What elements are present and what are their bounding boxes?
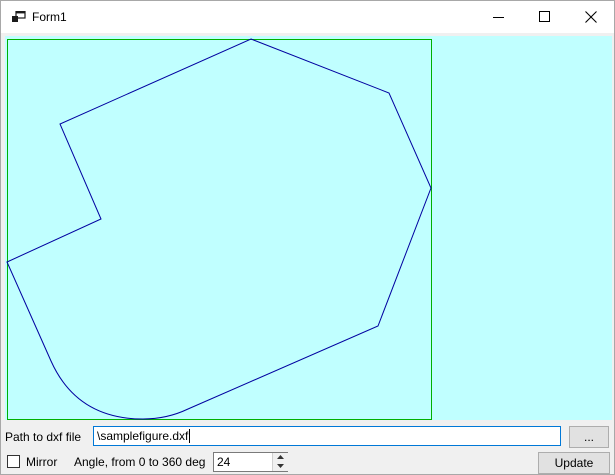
minimize-button[interactable] — [476, 1, 522, 33]
browse-button[interactable]: ... — [569, 426, 609, 448]
window-title: Form1 — [32, 10, 67, 24]
spin-down-button[interactable] — [272, 462, 288, 471]
mirror-label[interactable]: Mirror — [26, 455, 57, 469]
figure-bounding-box — [7, 39, 432, 420]
windows-forms-icon — [12, 10, 26, 23]
angle-label: Angle, from 0 to 360 deg — [74, 455, 206, 469]
chevron-up-icon — [277, 455, 284, 459]
mirror-checkbox[interactable] — [7, 455, 20, 468]
maximize-icon — [539, 11, 550, 22]
chevron-down-icon — [277, 464, 284, 468]
spin-up-button[interactable] — [272, 453, 288, 462]
drawing-canvas — [5, 36, 612, 420]
path-label: Path to dxf file — [5, 430, 82, 444]
maximize-button[interactable] — [522, 1, 568, 33]
angle-numeric-updown[interactable]: 24 — [213, 452, 288, 472]
text-caret — [189, 429, 190, 443]
close-icon — [585, 11, 597, 23]
form-window: Form1 Path to dxf file ... Mirror Angl — [0, 0, 615, 475]
update-button[interactable]: Update — [538, 452, 610, 474]
minimize-icon — [493, 17, 504, 18]
close-button[interactable] — [568, 1, 614, 33]
title-bar[interactable]: Form1 — [1, 1, 614, 33]
dxf-figure-outline — [6, 38, 432, 420]
dxf-path-input[interactable] — [93, 426, 561, 446]
angle-value[interactable]: 24 — [217, 455, 230, 469]
